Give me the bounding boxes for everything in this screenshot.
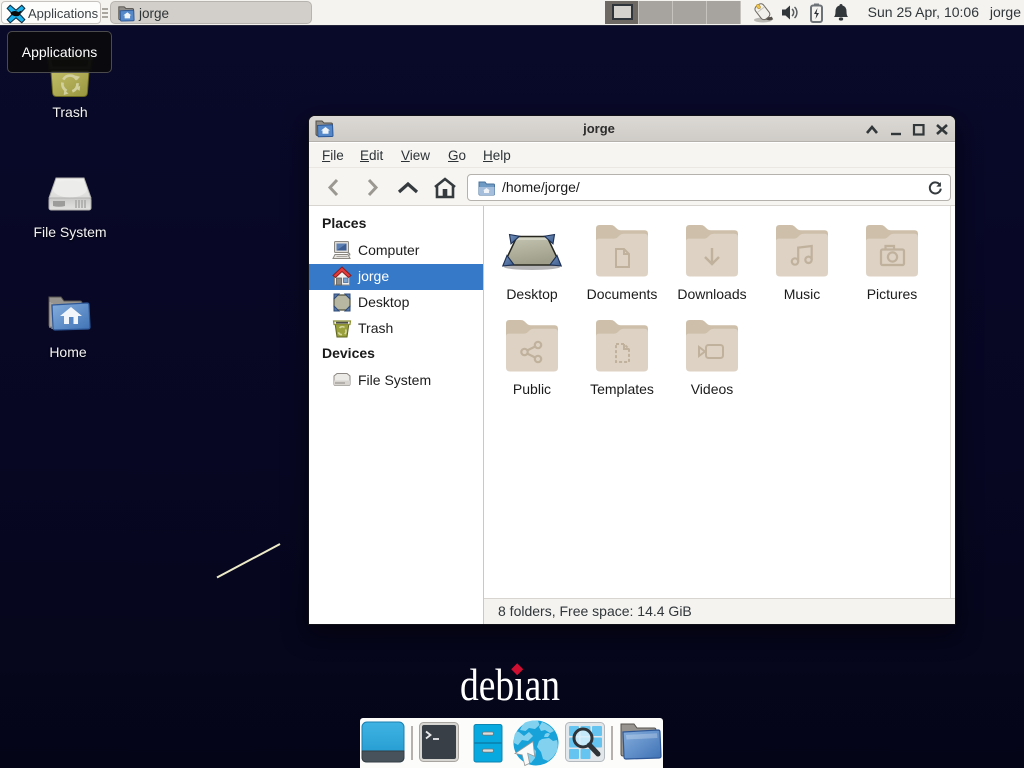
svg-text:debıan: debıan <box>460 659 560 710</box>
